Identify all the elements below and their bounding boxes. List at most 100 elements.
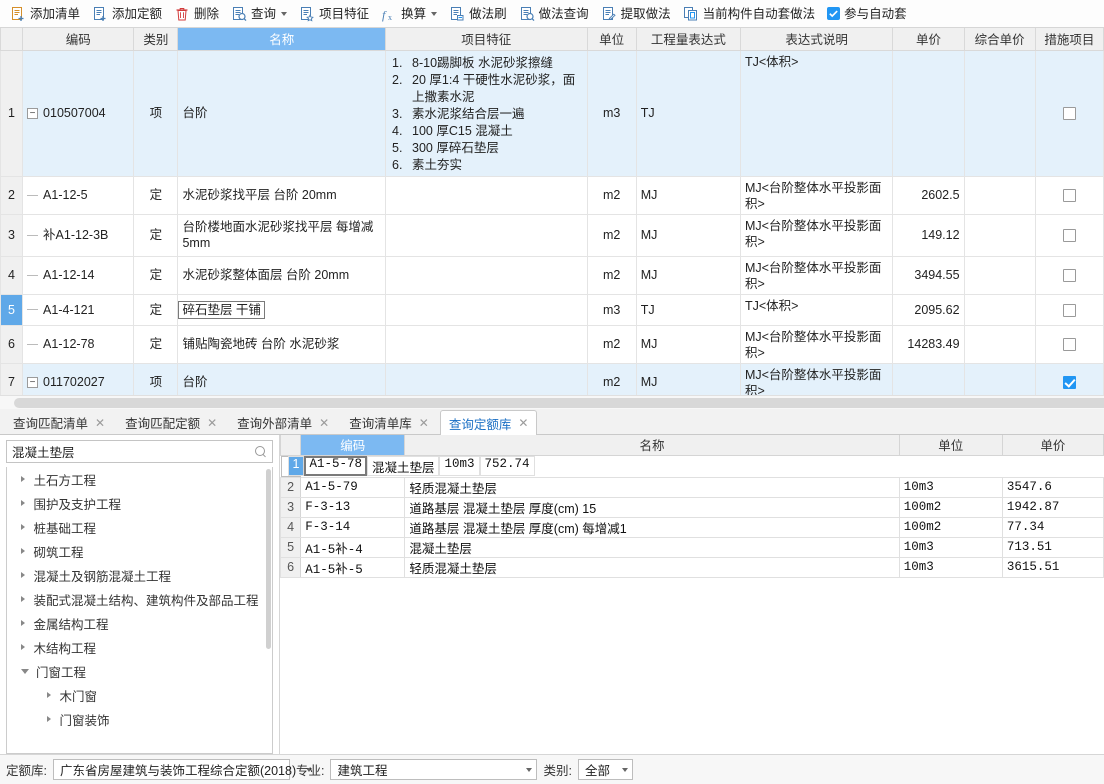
list-item[interactable]: 4 F-3-14 道路基层 混凝土垫层 厚度(cm) 每增减1 100m2 77.34 — [280, 516, 1104, 538]
expression-description-cell[interactable]: MJ<台阶整体水平投影面积> — [739, 324, 894, 364]
quota-name-cell[interactable]: 混凝土垫层 — [366, 456, 440, 476]
row-index-cell[interactable]: 6 — [280, 556, 302, 578]
measure-item-cell[interactable] — [1034, 175, 1104, 215]
row-index-cell[interactable]: 1 — [0, 49, 24, 177]
tree-node-1[interactable]: 土石方工程 — [7, 467, 272, 491]
comprehensive-price-cell[interactable] — [963, 255, 1036, 295]
category-tree[interactable]: 土石方工程 围护及支护工程 桩基础工程 砌筑工程 混凝土及钢筋混凝土工程 装配式混凝土结构… — [6, 467, 273, 754]
name-cell[interactable]: 台阶楼地面水泥砂浆找平层 每增减5mm — [177, 213, 387, 257]
quota-price-cell[interactable]: 713.51 — [1001, 536, 1104, 558]
chevron-right-icon[interactable] — [47, 692, 52, 698]
name-editor[interactable]: 碎石垫层 干铺 — [178, 300, 265, 319]
feature-cell[interactable] — [385, 293, 588, 326]
tree-node-6[interactable]: 装配式混凝土结构、建筑构件及部品工程 — [7, 587, 272, 611]
type-cell[interactable]: 定 — [133, 213, 179, 257]
type-cell[interactable]: 定 — [133, 255, 179, 295]
chevron-right-icon[interactable] — [21, 524, 26, 530]
horizontal-scrollbar[interactable] — [0, 395, 1104, 409]
code-cell[interactable]: A1-4-121 — [22, 293, 135, 326]
quota-code-cell[interactable]: A1-5补-5 — [300, 556, 406, 578]
expression-description-cell[interactable]: MJ<台阶整体水平投影面积> — [739, 175, 894, 215]
row-index-cell[interactable]: 3 — [0, 213, 24, 257]
table-row[interactable]: 3 补A1-12-3B 定台阶楼地面水泥砂浆找平层 每增减5mm m2 MJ MJ<台阶整… — [0, 213, 1104, 257]
boq-col-header-10[interactable]: 措施项目 — [1034, 28, 1104, 51]
chevron-right-icon[interactable] — [21, 476, 26, 482]
name-cell[interactable]: 台阶 — [177, 49, 387, 177]
quota-name-cell[interactable]: 轻质混凝土垫层 — [404, 476, 900, 498]
code-cell[interactable]: A1-12-14 — [22, 255, 135, 295]
type-cell[interactable]: 定 — [133, 293, 179, 326]
expander-icon[interactable]: − — [27, 376, 39, 388]
type-cell[interactable]: 定 — [133, 175, 179, 215]
toolbar-button-6[interactable]: f x 换算 — [375, 2, 443, 26]
toolbar-button-10[interactable]: 当前构件自动套做法 — [677, 2, 822, 26]
quota-unit-cell[interactable]: 10m3 — [898, 556, 1003, 578]
row-index-cell[interactable]: 1 — [287, 456, 305, 476]
unit-price-cell[interactable]: 14283.49 — [892, 324, 965, 364]
quantity-expression-cell[interactable]: TJ — [635, 49, 741, 177]
quota-code-cell[interactable]: A1-5-78 — [304, 456, 367, 476]
quota-code-cell[interactable]: F-3-14 — [300, 516, 406, 538]
chevron-down-icon[interactable] — [431, 11, 438, 16]
feature-cell[interactable] — [385, 255, 588, 295]
unit-cell[interactable]: m2 — [586, 213, 637, 257]
list-item[interactable]: 1 A1-5-78 混凝土垫层 10m3 752.74 — [280, 455, 535, 477]
list-item[interactable]: 6 A1-5补-5 轻质混凝土垫层 10m3 3615.51 — [280, 556, 1104, 578]
unit-cell[interactable]: m2 — [586, 255, 637, 295]
quota-col-header-3[interactable]: 单位 — [898, 435, 1003, 456]
quantity-expression-cell[interactable]: MJ — [635, 324, 741, 364]
tab-2[interactable]: 查询匹配定额 ✕ — [116, 410, 226, 434]
search-icon[interactable] — [255, 445, 267, 458]
quantity-expression-cell[interactable]: MJ — [635, 255, 741, 295]
quota-code-cell[interactable]: A1-5补-4 — [300, 536, 406, 558]
quota-unit-cell[interactable]: 10m3 — [898, 536, 1003, 558]
tree-node-7[interactable]: 金属结构工程 — [7, 611, 272, 635]
list-item[interactable]: 5 A1-5补-4 混凝土垫层 10m3 713.51 — [280, 536, 1104, 558]
measure-item-cell[interactable] — [1034, 293, 1104, 326]
boq-col-header-6[interactable]: 工程量表达式 — [635, 28, 741, 51]
tab-1[interactable]: 查询匹配清单 ✕ — [4, 410, 114, 434]
quota-unit-cell[interactable]: 100m2 — [898, 496, 1003, 518]
table-row[interactable]: 5 A1-4-121 定碎石垫层 干铺 m3 TJ TJ<体积> 2095.62 — [0, 293, 1104, 326]
boq-col-header-5[interactable]: 单位 — [586, 28, 637, 51]
feature-cell[interactable] — [385, 213, 588, 257]
quota-code-cell[interactable]: F-3-13 — [300, 496, 406, 518]
quota-col-header-0[interactable] — [280, 435, 302, 456]
unit-price-cell[interactable]: 149.12 — [892, 213, 965, 257]
toolbar-button-1[interactable]: 添加清单 — [4, 2, 86, 26]
quantity-expression-cell[interactable]: TJ — [635, 293, 741, 326]
close-icon[interactable]: ✕ — [207, 417, 217, 429]
name-cell[interactable]: 碎石垫层 干铺 — [177, 293, 387, 326]
tree-node-3[interactable]: 桩基础工程 — [7, 515, 272, 539]
tree-node-5[interactable]: 混凝土及钢筋混凝土工程 — [7, 563, 272, 587]
chevron-right-icon[interactable] — [21, 596, 26, 602]
measure-checkbox[interactable] — [1062, 269, 1076, 283]
row-index-cell[interactable]: 4 — [0, 255, 24, 295]
boq-col-header-7[interactable]: 表达式说明 — [739, 28, 894, 51]
comprehensive-price-cell[interactable] — [963, 49, 1036, 177]
quota-col-header-1[interactable]: 编码 — [300, 435, 406, 456]
table-row[interactable]: 6 A1-12-78 定铺贴陶瓷地砖 台阶 水泥砂浆 m2 MJ MJ<台阶整体水平投影面… — [0, 324, 1104, 364]
row-index-cell[interactable]: 2 — [0, 175, 24, 215]
toolbar-button-4[interactable]: 查询 — [225, 2, 293, 26]
boq-col-header-0[interactable] — [0, 28, 24, 51]
toolbar-button-2[interactable]: 添加定额 — [86, 2, 168, 26]
chevron-right-icon[interactable] — [47, 716, 52, 722]
comprehensive-price-cell[interactable] — [963, 293, 1036, 326]
quota-name-cell[interactable]: 道路基层 混凝土垫层 厚度(cm) 每增减1 — [404, 516, 900, 538]
name-cell[interactable]: 水泥砂浆整体面层 台阶 20mm — [177, 255, 387, 295]
code-cell[interactable]: 补A1-12-3B — [22, 213, 135, 257]
unit-cell[interactable]: m3 — [586, 49, 637, 177]
chevron-right-icon[interactable] — [21, 500, 26, 506]
unit-price-cell[interactable]: 2602.5 — [892, 175, 965, 215]
quota-col-header-2[interactable]: 名称 — [404, 435, 900, 456]
expression-description-cell[interactable]: TJ<体积> — [739, 49, 894, 177]
comprehensive-price-cell[interactable] — [963, 324, 1036, 364]
expression-description-cell[interactable]: MJ<台阶整体水平投影面积> — [739, 213, 894, 257]
tab-3[interactable]: 查询外部清单 ✕ — [228, 410, 338, 434]
quota-unit-cell[interactable]: 10m3 — [439, 456, 480, 476]
quota-name-cell[interactable]: 道路基层 混凝土垫层 厚度(cm) 15 — [404, 496, 900, 518]
unit-cell[interactable]: m2 — [586, 175, 637, 215]
measure-item-cell[interactable] — [1034, 324, 1104, 364]
search-box[interactable] — [6, 440, 273, 463]
